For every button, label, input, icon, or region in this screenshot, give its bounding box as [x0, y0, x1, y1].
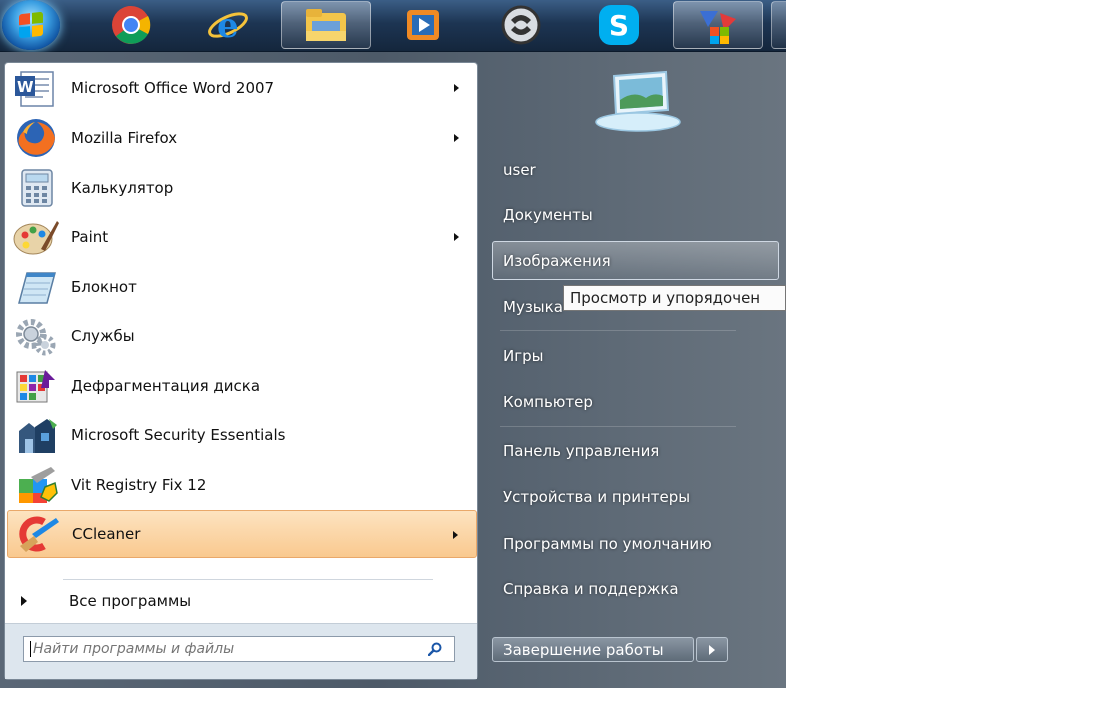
ie-icon: e: [208, 6, 248, 46]
taskbar-overflow-button[interactable]: [771, 1, 786, 49]
menu-default-programs[interactable]: Программы по умолчанию: [503, 535, 712, 553]
shutdown-button[interactable]: Завершение работы: [492, 637, 694, 662]
program-security-essentials[interactable]: Microsoft Security Essentials: [7, 411, 477, 459]
menu-pictures[interactable]: Изображения: [492, 241, 779, 280]
submenu-arrow-icon[interactable]: [453, 531, 458, 539]
program-label: Mozilla Firefox: [71, 129, 178, 147]
all-programs-label: Все программы: [69, 592, 192, 610]
taskbar-explorer[interactable]: [281, 1, 371, 49]
program-label: Блокнот: [71, 278, 137, 296]
calculator-icon: [11, 166, 61, 210]
program-label: Службы: [71, 327, 135, 345]
notepad-icon: [11, 265, 61, 309]
defrag-icon: [11, 364, 61, 408]
shutdown-options-button[interactable]: [696, 637, 728, 662]
taskbar-app2[interactable]: [673, 1, 763, 49]
program-word[interactable]: W Microsoft Office Word 2007: [7, 64, 477, 112]
right-separator: [500, 330, 736, 331]
play-icon: [407, 10, 439, 40]
search-icon[interactable]: [428, 642, 442, 656]
taskbar-app[interactable]: [476, 1, 566, 49]
program-defrag[interactable]: Дефрагментация диска: [7, 362, 477, 410]
program-ccleaner[interactable]: CCleaner: [7, 510, 477, 558]
all-programs-button[interactable]: Все программы: [21, 589, 191, 613]
submenu-arrow-icon[interactable]: [454, 134, 459, 142]
program-firefox[interactable]: Mozilla Firefox: [7, 114, 477, 162]
svg-text:e: e: [217, 6, 239, 46]
paint-icon: [11, 215, 61, 259]
submenu-arrow-icon[interactable]: [454, 84, 459, 92]
program-vit-registry-fix[interactable]: Vit Registry Fix 12: [7, 461, 477, 509]
start-button[interactable]: [2, 0, 60, 50]
security-icon: [11, 413, 61, 457]
all-programs-arrow-icon: [21, 596, 27, 606]
search-input[interactable]: [33, 641, 413, 657]
ccleaner-icon: [12, 512, 62, 556]
menu-games[interactable]: Игры: [503, 347, 543, 365]
folder-icon: [306, 9, 346, 41]
taskbar-ie[interactable]: e: [183, 1, 273, 49]
taskbar: e S: [0, 0, 786, 52]
taskbar-skype[interactable]: S: [574, 1, 664, 49]
user-picture-icon: [595, 70, 681, 132]
app2-icon: [700, 11, 736, 44]
programs-separator: [63, 579, 433, 580]
registry-icon: [11, 463, 61, 507]
right-separator: [500, 426, 736, 427]
taskbar-chrome[interactable]: [86, 1, 176, 49]
chrome-icon: [112, 6, 151, 44]
menu-pictures-label: Изображения: [503, 252, 611, 270]
menu-computer[interactable]: Компьютер: [503, 393, 593, 411]
services-icon: [11, 314, 61, 358]
user-picture[interactable]: [584, 70, 684, 134]
program-label: Microsoft Security Essentials: [71, 426, 286, 444]
skype-icon: S: [599, 5, 639, 45]
menu-devices-printers[interactable]: Устройства и принтеры: [503, 488, 690, 506]
word-icon: W: [11, 66, 61, 110]
program-paint[interactable]: Paint: [7, 213, 477, 261]
search-box[interactable]: [23, 636, 455, 662]
menu-help-support[interactable]: Справка и поддержка: [503, 580, 679, 598]
menu-control-panel[interactable]: Панель управления: [503, 442, 659, 460]
program-label: Калькулятор: [71, 179, 174, 197]
program-services[interactable]: Службы: [7, 312, 477, 360]
program-label: Дефрагментация диска: [71, 377, 261, 395]
program-label: Paint: [71, 228, 109, 246]
start-menu-programs-panel: W Microsoft Office Word 2007 Mozilla Fir…: [4, 62, 478, 680]
program-label: CCleaner: [72, 525, 141, 543]
menu-user[interactable]: user: [503, 161, 536, 179]
app-icon: [501, 5, 541, 45]
firefox-icon: [11, 116, 61, 160]
menu-documents[interactable]: Документы: [503, 206, 593, 224]
windows-logo-icon: [19, 11, 43, 39]
tooltip: Просмотр и упорядочен: [563, 285, 786, 311]
program-calculator[interactable]: Калькулятор: [7, 164, 477, 212]
submenu-arrow-icon[interactable]: [454, 233, 459, 241]
program-notepad[interactable]: Блокнот: [7, 263, 477, 311]
program-label: Microsoft Office Word 2007: [71, 79, 275, 97]
menu-music[interactable]: Музыка: [503, 298, 563, 316]
taskbar-media-player[interactable]: [378, 1, 468, 49]
program-label: Vit Registry Fix 12: [71, 476, 207, 494]
text-caret: [30, 641, 31, 657]
svg-text:W: W: [17, 78, 34, 96]
skype-letter: S: [608, 8, 630, 42]
